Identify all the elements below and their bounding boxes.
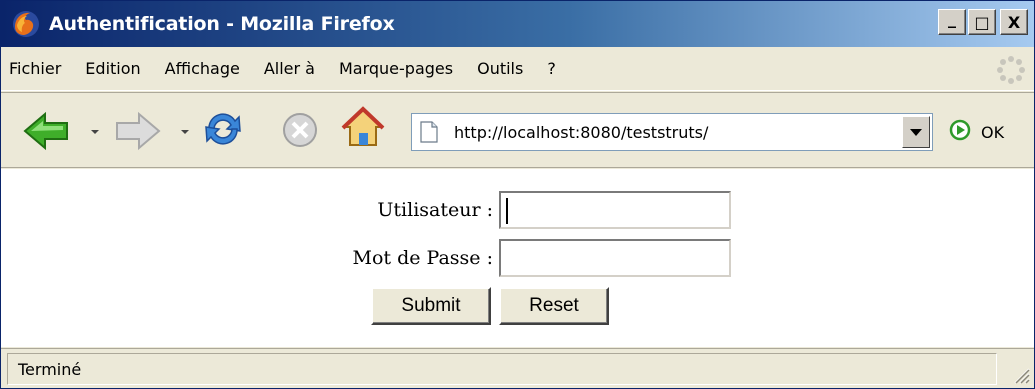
title-bar[interactable]: Authentification - Mozilla Firefox _ □ X <box>1 1 1034 47</box>
url-dropdown-button[interactable] <box>902 116 930 148</box>
address-bar[interactable]: http://localhost:8080/teststruts/ <box>411 113 933 151</box>
back-dropdown[interactable] <box>91 130 99 134</box>
menu-edition[interactable]: Edition <box>85 59 140 78</box>
menu-affichage[interactable]: Affichage <box>165 59 240 78</box>
navigation-toolbar: http://localhost:8080/teststruts/ OK <box>1 92 1034 168</box>
menu-outils[interactable]: Outils <box>477 59 523 78</box>
submit-button[interactable]: Submit <box>371 287 491 325</box>
user-input[interactable] <box>499 191 731 229</box>
maximize-icon: □ <box>974 12 990 32</box>
user-label: Utilisateur : <box>377 199 493 221</box>
chevron-down-icon <box>910 128 922 136</box>
text-caret <box>506 198 508 224</box>
go-button[interactable]: OK <box>949 119 1004 145</box>
menu-aller-a[interactable]: Aller à <box>264 59 315 78</box>
forward-icon[interactable] <box>113 111 161 155</box>
menu-fichier[interactable]: Fichier <box>9 59 61 78</box>
reset-button[interactable]: Reset <box>499 287 609 325</box>
forward-dropdown[interactable] <box>181 130 189 134</box>
go-icon <box>949 119 971 145</box>
window-title: Authentification - Mozilla Firefox <box>49 13 395 35</box>
menu-marque-pages[interactable]: Marque-pages <box>339 59 453 78</box>
go-label: OK <box>981 122 1005 142</box>
resize-grip-icon[interactable] <box>1010 364 1030 384</box>
close-button[interactable]: X <box>1000 9 1028 35</box>
firefox-icon <box>11 9 41 39</box>
menu-help[interactable]: ? <box>547 59 556 78</box>
page-icon <box>420 121 438 143</box>
menu-bar: Fichier Edition Affichage Aller à Marque… <box>1 47 1034 91</box>
home-icon[interactable] <box>341 105 385 153</box>
throbber-icon <box>996 55 1026 85</box>
password-label: Mot de Passe : <box>352 247 493 269</box>
status-bar: Terminé <box>1 348 1034 388</box>
password-row: Mot de Passe : <box>353 239 731 277</box>
status-text: Terminé <box>18 359 82 379</box>
button-row: Submit Reset <box>371 287 609 325</box>
url-text[interactable]: http://localhost:8080/teststruts/ <box>454 123 708 142</box>
reload-icon[interactable] <box>201 107 245 155</box>
back-icon[interactable] <box>23 111 71 155</box>
stop-icon[interactable] <box>281 111 319 153</box>
password-input[interactable] <box>499 239 731 277</box>
minimize-button[interactable]: _ <box>938 9 966 35</box>
close-icon: X <box>1007 12 1021 32</box>
status-panel: Terminé <box>7 353 997 385</box>
maximize-button[interactable]: □ <box>968 9 996 35</box>
browser-window: Authentification - Mozilla Firefox _ □ X… <box>0 0 1035 389</box>
minimize-icon: _ <box>948 8 956 28</box>
page-content: Utilisateur : Mot de Passe : Submit Rese… <box>1 169 1034 347</box>
user-row: Utilisateur : <box>377 191 731 229</box>
